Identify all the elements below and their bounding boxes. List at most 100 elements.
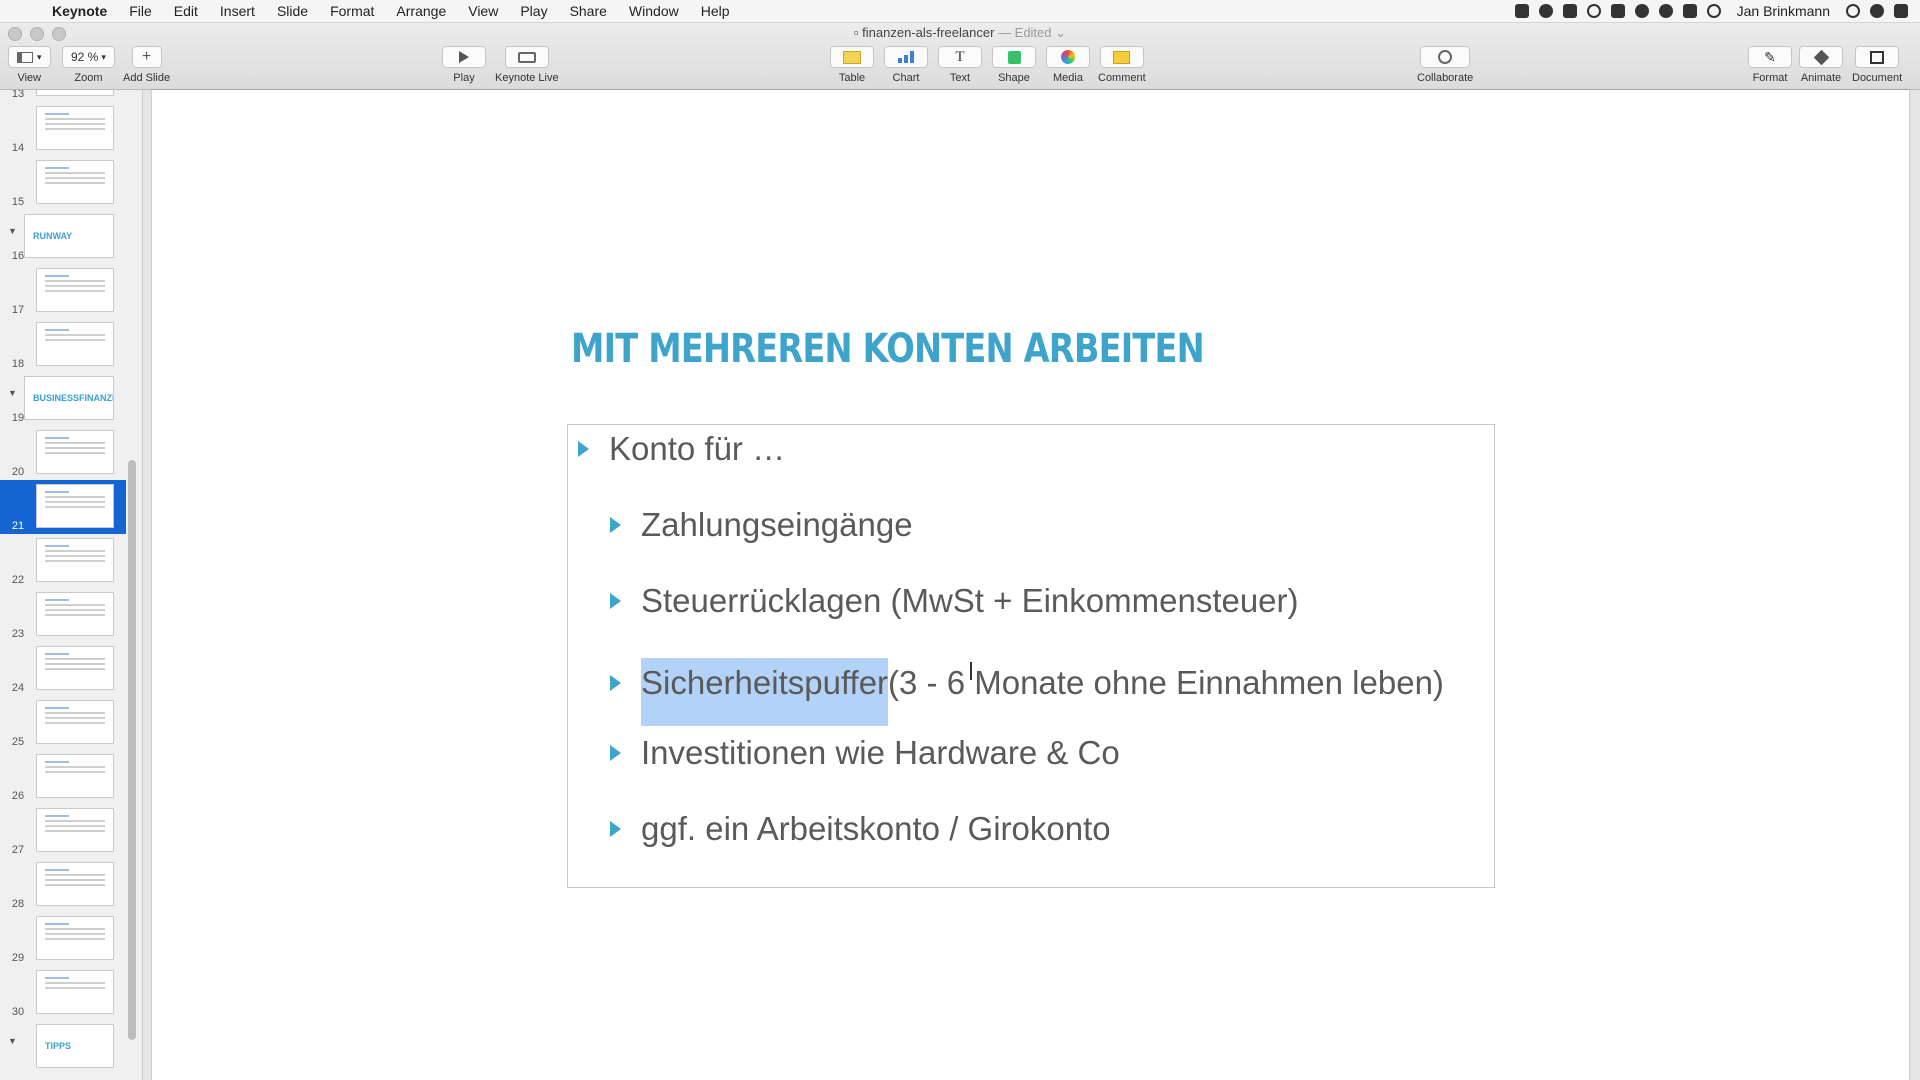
menu-app[interactable]: Keynote — [52, 3, 118, 19]
chevron-down-icon: ⌄ — [1055, 25, 1067, 40]
dropbox-icon[interactable] — [1562, 4, 1577, 18]
bullet-triangle-icon — [610, 821, 621, 837]
evernote-icon[interactable] — [1658, 4, 1673, 18]
menu-share[interactable]: Share — [559, 3, 618, 19]
slide-thumb-25[interactable]: 25 — [0, 696, 126, 750]
slide-thumb-30[interactable]: 30 — [0, 966, 126, 1020]
slide-thumb-23[interactable]: 23 — [0, 588, 126, 642]
menu-help[interactable]: Help — [690, 3, 741, 19]
onepassword-icon[interactable] — [1586, 4, 1601, 18]
slide-thumb-13[interactable]: 13 — [0, 90, 126, 102]
document-button[interactable]: Document — [1852, 46, 1902, 84]
spotlight-search-icon[interactable] — [1846, 4, 1860, 18]
bullet-zahlungseingaenge[interactable]: Zahlungseingänge — [610, 506, 913, 544]
text-cursor — [970, 662, 972, 680]
chevron-down-icon: ▾ — [37, 51, 42, 62]
menu-slide[interactable]: Slide — [266, 3, 319, 19]
menu-view[interactable]: View — [457, 3, 509, 19]
menu-format[interactable]: Format — [319, 3, 385, 19]
menu-edit[interactable]: Edit — [163, 3, 209, 19]
zoom-button[interactable]: 92 % ▾ Zoom — [62, 46, 115, 84]
collaborate-button[interactable]: Collaborate — [1417, 46, 1473, 84]
slide-thumb-24[interactable]: 24 — [0, 642, 126, 696]
plus-icon: + — [141, 48, 152, 65]
bullet-investitionen[interactable]: Investitionen wie Hardware & Co — [610, 734, 1120, 772]
menu-window[interactable]: Window — [618, 3, 690, 19]
text-selection[interactable]: Sicherheitspuffer — [641, 658, 889, 726]
slide-thumb-26[interactable]: 26 — [0, 750, 126, 804]
add-slide-button[interactable]: + Add Slide — [123, 46, 170, 84]
slide-canvas: MIT MEHREREN KONTEN ARBEITEN Konto für …… — [143, 90, 1920, 1080]
sidebar-view-icon — [17, 51, 33, 63]
slide-thumb-19[interactable]: ▼ BUSINESSFINANZEN 19 — [0, 372, 126, 426]
insert-media-button[interactable]: Media — [1046, 46, 1090, 84]
menu-play[interactable]: Play — [509, 3, 558, 19]
slide-thumb-31[interactable]: ▼ TIPPS — [0, 1020, 126, 1074]
slide-thumb-18[interactable]: 18 — [0, 318, 126, 372]
slide-thumb-29[interactable]: 29 — [0, 912, 126, 966]
bullet-triangle-icon — [610, 745, 621, 761]
siri-icon[interactable] — [1870, 4, 1884, 18]
slide-navigator: 13 14 15 ▼ RUNWAY 16 17 18 ▼ BUSINESSFIN… — [0, 90, 143, 1080]
alfred-icon[interactable] — [1610, 4, 1625, 18]
slide-thumb-17[interactable]: 17 — [0, 264, 126, 318]
chart-icon — [898, 51, 914, 63]
bullet-konto[interactable]: Konto für … — [578, 430, 785, 468]
menu-arrange[interactable]: Arrange — [385, 3, 457, 19]
disclosure-triangle-icon[interactable]: ▼ — [8, 388, 17, 398]
bullet-sicherheitspuffer[interactable]: Sicherheitspuffer (3 - 6 Monate ohne Ein… — [610, 640, 1444, 726]
bullet-triangle-icon — [610, 593, 621, 609]
insert-text-button[interactable]: T Text — [938, 46, 982, 84]
document-icon: ▫ — [853, 25, 863, 40]
media-icon — [1061, 50, 1075, 64]
slide-thumb-21-selected[interactable]: 21 — [0, 480, 126, 534]
slide-thumb-27[interactable]: 27 — [0, 804, 126, 858]
slide-thumb-14[interactable]: 14 — [0, 102, 126, 156]
insert-comment-button[interactable]: Comment — [1098, 46, 1146, 84]
screen-record-icon[interactable] — [1514, 4, 1529, 18]
slide-thumb-28[interactable]: 28 — [0, 858, 126, 912]
slide-thumb-20[interactable]: 20 — [0, 426, 126, 480]
disclosure-triangle-icon[interactable]: ▼ — [8, 226, 17, 236]
text-icon: T — [955, 48, 965, 65]
slide-thumb-22[interactable]: 22 — [0, 534, 126, 588]
document-title[interactable]: ▫ finanzen-als-freelancer — Edited ⌄ — [0, 25, 1920, 41]
bullet-triangle-icon — [578, 441, 589, 457]
animate-button[interactable]: Animate — [1799, 46, 1843, 84]
slide-thumb-15[interactable]: 15 — [0, 156, 126, 210]
insert-chart-button[interactable]: Chart — [884, 46, 928, 84]
play-button[interactable]: Play — [442, 46, 486, 84]
bullet-steuerruecklagen[interactable]: Steuerrücklagen (MwSt + Einkommensteuer) — [610, 582, 1299, 620]
slide[interactable]: MIT MEHREREN KONTEN ARBEITEN Konto für …… — [152, 90, 1909, 1080]
notification-center-icon[interactable] — [1894, 4, 1908, 18]
camera-icon[interactable] — [1682, 4, 1697, 18]
toolbar: ▫ finanzen-als-freelancer — Edited ⌄ ▾ V… — [0, 23, 1920, 90]
menu-bar: Keynote File Edit Insert Slide Format Ar… — [0, 0, 1920, 23]
insert-table-button[interactable]: Table — [830, 46, 874, 84]
user-name[interactable]: Jan Brinkmann — [1737, 3, 1830, 19]
menu-insert[interactable]: Insert — [209, 3, 266, 19]
chevron-down-icon: ▾ — [101, 51, 106, 62]
bullet-arbeitskonto[interactable]: ggf. ein Arbeitskonto / Girokonto — [610, 810, 1111, 848]
slide-title[interactable]: MIT MEHREREN KONTEN ARBEITEN — [571, 326, 1205, 372]
paintbrush-icon: ✎ — [1764, 48, 1776, 65]
status-tray: Jan Brinkmann — [1514, 3, 1920, 19]
keynote-live-button[interactable]: Keynote Live — [495, 46, 559, 84]
view-button[interactable]: ▾ View — [8, 46, 51, 84]
table-icon — [843, 50, 861, 64]
creative-cloud-icon[interactable] — [1538, 4, 1553, 18]
play-icon — [459, 51, 469, 63]
navigator-scrollbar[interactable] — [128, 460, 136, 1040]
animate-icon — [1813, 49, 1829, 65]
slide-thumb-16[interactable]: ▼ RUNWAY 16 — [0, 210, 126, 264]
edited-status: — Edited — [998, 25, 1052, 40]
time-machine-icon[interactable] — [1706, 4, 1721, 18]
plugin-icon[interactable] — [1634, 4, 1649, 18]
format-button[interactable]: ✎ Format — [1748, 46, 1792, 84]
comment-icon — [1113, 50, 1131, 64]
disclosure-triangle-icon[interactable]: ▼ — [8, 1036, 17, 1046]
menu-file[interactable]: File — [118, 3, 163, 19]
bullet-triangle-icon — [610, 517, 621, 533]
document-inspector-icon — [1870, 50, 1885, 64]
insert-shape-button[interactable]: Shape — [992, 46, 1036, 84]
